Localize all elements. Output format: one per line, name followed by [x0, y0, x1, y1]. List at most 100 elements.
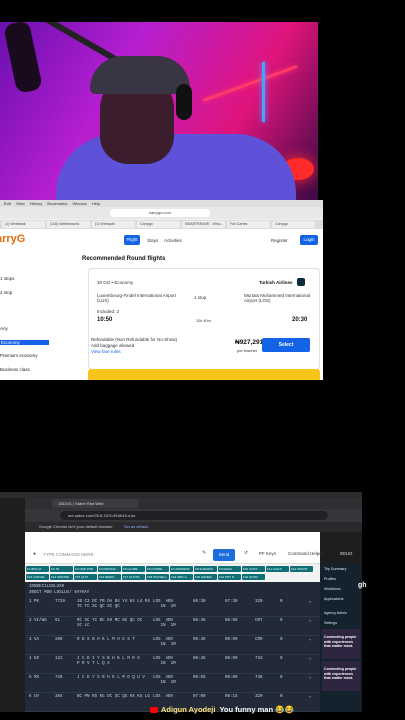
address-bar[interactable]: sre.sabre.com/25.8.15?t=ff1bb15-s1w — [60, 511, 328, 520]
nav-flight-button[interactable]: Flight — [124, 235, 140, 245]
fkey[interactable]: F21 PRT D... — [218, 574, 241, 580]
fkey[interactable]: F10 COST... — [242, 566, 265, 572]
fkey[interactable]: F6 CORRE... — [146, 566, 169, 572]
fkey[interactable]: F3 ORD PNR — [74, 566, 97, 572]
login-button[interactable]: Login — [300, 235, 318, 245]
address-bar[interactable]: sarrygo.com — [110, 209, 210, 217]
browser-tab[interactable]: (116) Webinbound — [47, 221, 90, 228]
filter-class-premium[interactable]: Premium economy — [0, 353, 38, 358]
sidebar-item-profiles[interactable]: Profiles — [324, 577, 336, 581]
sidebar-ad[interactable]: Connecting people with experiences that … — [322, 661, 360, 691]
menu-window[interactable]: Window — [72, 201, 86, 206]
fkey[interactable]: F14 IGNORE — [50, 574, 73, 580]
filter-stops-2[interactable]: 2 stop — [0, 290, 12, 295]
filter-stops-1[interactable]: 1 stops — [0, 276, 15, 281]
fkey[interactable]: F20 GENES.. — [194, 574, 217, 580]
live-chat-message: Adigun Ayodeji You funny man 😂😂 — [150, 705, 294, 714]
fkey[interactable]: F7 ADDRESS — [170, 566, 193, 572]
flight-card[interactable]: 30 Oct • Economy Turkish Airlines Luxemb… — [88, 268, 320, 370]
arrival-time: 07:30 — [225, 600, 238, 604]
equipment: CR9 — [255, 638, 263, 642]
chevron-down-icon[interactable]: ⌄ — [309, 638, 312, 643]
flight-number: 61 — [55, 619, 61, 623]
mac-menubar: Edit View History Bookmarks Window Help — [0, 200, 323, 207]
register-link[interactable]: Register — [271, 238, 288, 243]
stops-count: 1 stop — [194, 295, 207, 300]
flight-number: 384 — [55, 695, 63, 699]
airline-logo-icon — [297, 278, 305, 286]
fkey[interactable]: F16 REDIS... — [98, 574, 121, 580]
edit-icon[interactable]: ✎ — [202, 550, 206, 556]
chevron-down-icon[interactable]: ⌄ — [309, 676, 312, 681]
menu-bookmarks[interactable]: Bookmarks — [47, 201, 67, 206]
function-keys: F1 BKK-M F2 JR F3 ORD PNR F4 PRICING F5 … — [25, 564, 320, 582]
chevron-down-icon[interactable]: ⌄ — [309, 600, 312, 605]
browser-tab[interactable]: (1) Webaphi — [92, 221, 135, 228]
arrive-time: 20:30 — [292, 317, 308, 323]
refund-policy: Refundable (Non Refundable for No-Show) — [91, 337, 178, 342]
streamer-shirt — [56, 134, 296, 200]
depart-time: 10:50 — [97, 317, 113, 323]
fkey[interactable]: F15 QUIT — [74, 574, 97, 580]
filter-class-economy[interactable]: Economy — [0, 340, 49, 345]
price-unit: per traveler — [237, 348, 258, 353]
command-helper-button[interactable]: Command Helper — [288, 551, 323, 556]
default-browser-banner: Google Chrome isn't your default browser… — [25, 522, 362, 532]
fkey[interactable]: F9 EMAIL — [218, 566, 241, 572]
tab-strip: (1) Webbank (116) Webinbound (1) Webaphi… — [0, 220, 323, 229]
fkey[interactable]: F18 PCCSELL — [146, 574, 169, 580]
browser-tab[interactable]: Carrygo — [272, 221, 315, 228]
menu-help[interactable]: Help — [92, 201, 100, 206]
overlay-text: gh — [358, 582, 367, 589]
fkey[interactable]: F1 BKK-M — [26, 566, 49, 572]
fkey[interactable]: F17 QUOTE — [122, 574, 145, 580]
menu-edit[interactable]: Edit — [4, 201, 11, 206]
fkey[interactable]: F4 PRICING — [98, 566, 121, 572]
sidebar-item-settings[interactable]: Settings — [324, 621, 337, 625]
sidebar-ad[interactable]: Connecting people with experiences that … — [322, 629, 360, 659]
browser-tab[interactable]: 1BDUG | Sabre Red Web — [52, 499, 138, 508]
browser-tab[interactable]: Carrygo — [137, 221, 180, 228]
history-icon[interactable]: ↺ — [244, 550, 248, 556]
sidebar-item-workflows[interactable]: Workflows — [324, 587, 341, 591]
sidebar-item-trip-summary[interactable]: Trip Summary — [324, 567, 346, 571]
pf-keys-button[interactable]: PF Keys — [259, 551, 276, 556]
send-button[interactable]: Send — [213, 549, 235, 561]
route: LOS ABV 1N 1M — [153, 619, 176, 628]
fkey[interactable]: F8 SHARING — [194, 566, 217, 572]
menu-history[interactable]: History — [30, 201, 42, 206]
sidebar-item-applications[interactable]: Applications — [324, 597, 343, 601]
fkey[interactable]: F5 GLOBE — [122, 566, 145, 572]
flight-number: 728 — [55, 676, 63, 680]
command-input[interactable]: TYPE COMMAND HERE — [43, 552, 94, 557]
fkey[interactable]: F11 CHILD — [266, 566, 289, 572]
section-title: Recommended Round flights — [82, 256, 166, 262]
site-logo[interactable]: arryG — [0, 233, 25, 245]
chevron-down-icon[interactable]: ⌄ — [309, 619, 312, 624]
fkey[interactable]: F22 QCMU — [242, 574, 265, 580]
fkey[interactable]: F12 INFANT — [290, 566, 313, 572]
banner-text: Google Chrome isn't your default browser — [39, 524, 113, 529]
filter-class-any[interactable]: Any — [0, 326, 8, 331]
arrival-time: 08:00 — [225, 657, 238, 661]
fkey[interactable]: F2 JR — [50, 566, 73, 572]
menu-view[interactable]: View — [16, 201, 25, 206]
equipment: 738 — [255, 676, 263, 680]
fare-rules-link[interactable]: View fare rules — [91, 349, 121, 354]
fkey[interactable]: F13 CANCEL — [26, 574, 49, 580]
select-button[interactable]: Select — [262, 338, 310, 352]
set-default-button[interactable]: Set as default — [124, 524, 148, 529]
fkey[interactable]: F19 ABIC A... — [170, 574, 193, 580]
departure-time: 06:55 — [193, 676, 206, 680]
nav-stays-link[interactable]: Stays — [147, 238, 158, 243]
browser-tab[interactable]: (1) Webbank — [2, 221, 45, 228]
departure-time: 06:45 — [193, 638, 206, 642]
sidebar-item-agency-admin[interactable]: Agency Admin — [324, 611, 347, 615]
browser-tab[interactable]: SMARTERAVE - Wha... — [182, 221, 225, 228]
chevron-down-icon[interactable]: ⌄ — [309, 695, 312, 700]
nav-activities-link[interactable]: Activities — [164, 238, 182, 243]
chevron-down-icon[interactable]: ⌄ — [309, 657, 312, 662]
microphone — [3, 22, 43, 94]
filter-class-business[interactable]: Business class — [0, 367, 30, 372]
browser-tab[interactable]: Full Cartes — [227, 221, 270, 228]
